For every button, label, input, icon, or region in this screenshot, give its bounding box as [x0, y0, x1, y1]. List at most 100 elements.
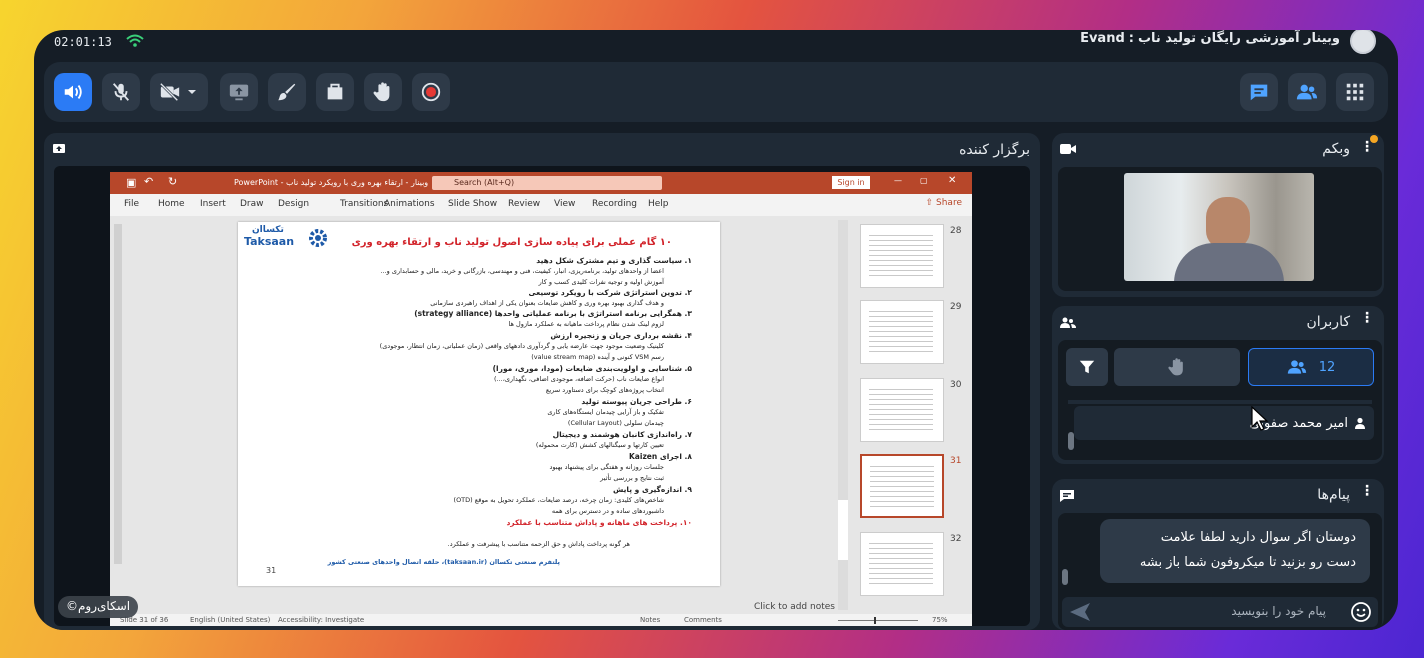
ppt-window-title: وبینار - ارتقاء بهره وری با رویکرد تولید… [234, 178, 429, 187]
menu-recording[interactable]: Recording [592, 199, 637, 209]
toolbar [44, 62, 1388, 122]
avatar[interactable] [1350, 30, 1376, 54]
slide-text-line: شاخص‌های کلیدی: زمان چرخه، درصد ضایعات، … [453, 496, 664, 504]
left-scrollbar[interactable] [114, 224, 122, 564]
share-label: Share [936, 198, 962, 208]
messages-menu-icon[interactable]: ⋮ [1360, 483, 1374, 499]
webcam-container [1058, 167, 1382, 291]
camera-button[interactable] [150, 73, 208, 111]
all-users-tab[interactable]: 12 [1248, 348, 1374, 386]
chat-message: دوستان اگر سوال دارید لطفا علامت دست رو … [1100, 519, 1370, 583]
screen-share-icon [229, 84, 249, 101]
apps-button[interactable] [1336, 73, 1374, 111]
menu-review[interactable]: Review [508, 199, 540, 209]
raise-hand-button[interactable] [364, 73, 402, 111]
slide-title: ۱۰ گام عملی برای پیاده سازی اصول تولید ن… [351, 237, 672, 248]
slide-text-line: ۹. اندازه‌گیری و پایش [613, 485, 692, 494]
mic-off-icon [112, 83, 130, 101]
thumbnail-content [870, 466, 934, 510]
users-menu-icon[interactable]: ⋮ [1360, 310, 1374, 326]
slide-thumbnail[interactable] [860, 454, 944, 518]
user-name: Evand [1080, 31, 1125, 46]
users-button[interactable] [1288, 73, 1326, 111]
menu-view[interactable]: View [554, 199, 575, 209]
slide-thumbnail[interactable] [860, 224, 944, 288]
message-input[interactable]: پیام خود را بنویسید [1062, 597, 1378, 627]
menu-draw[interactable]: Draw [240, 199, 264, 209]
menu-animations[interactable]: Animations [384, 199, 435, 209]
messages-scrollbar[interactable] [1062, 569, 1068, 585]
fullscreen-icon[interactable] [52, 142, 66, 156]
undo-icon[interactable]: ↶ [144, 175, 153, 188]
users-icon [1287, 360, 1306, 374]
menu-help[interactable]: Help [648, 199, 669, 209]
menu-insert[interactable]: Insert [200, 199, 226, 209]
menu-home[interactable]: Home [158, 199, 185, 209]
raised-hands-tab[interactable] [1114, 348, 1240, 386]
taksaan-logo: تکساان Taksaan [242, 225, 330, 249]
chevron-down-icon[interactable] [187, 87, 197, 97]
slide-text-line: و هدف گذاری بهبود بهره وری و کاهش ضایعات… [430, 299, 664, 307]
emoji-icon[interactable] [1350, 601, 1372, 623]
slide-thumbnail[interactable] [860, 300, 944, 364]
record-icon [421, 82, 441, 102]
person-body [1174, 243, 1284, 281]
save-icon[interactable]: ▣ [126, 176, 136, 189]
video-icon [1060, 144, 1076, 154]
comments-button[interactable]: Comments [684, 616, 722, 624]
slide-thumbnail[interactable] [860, 532, 944, 596]
list-item[interactable]: امیر محمد صفوتی [1074, 406, 1374, 440]
users-scrollbar[interactable] [1068, 432, 1074, 450]
brush-icon [277, 83, 296, 101]
share-button[interactable]: ⇧ Share [926, 198, 962, 208]
menu-transitions[interactable]: Transitions [340, 199, 388, 209]
speaker-button[interactable] [54, 73, 92, 111]
slide-number: 31 [266, 566, 277, 575]
status-accessibility[interactable]: Accessibility: Investigate [278, 616, 364, 624]
camera-off-icon [159, 82, 180, 102]
presenter-title: برگزار کننده [959, 142, 1030, 158]
whiteboard-button[interactable] [268, 73, 306, 111]
folder-icon [327, 83, 343, 100]
message-line-2: دست رو بزنید تا میکروفون شما باز بشه [1139, 555, 1356, 570]
ppt-search-box[interactable]: Search (Alt+Q) [432, 176, 662, 190]
microphone-button[interactable] [102, 73, 140, 111]
slide-text-line: ۱۰. پرداخت های ماهانه و پاداش متناسب با … [506, 518, 692, 527]
webcam-panel: وبکم ⋮ [1052, 133, 1384, 297]
send-icon[interactable] [1070, 603, 1090, 621]
slide-text-line: ۸. اجرای Kaizen [629, 452, 692, 461]
filter-button[interactable] [1066, 348, 1108, 386]
menu-file[interactable]: File [124, 199, 139, 209]
user-count: 12 [1318, 359, 1336, 375]
messages-panel: پیام‌ها ⋮ دوستان اگر سوال دارید لطفا علا… [1052, 479, 1384, 630]
user-icon [1355, 417, 1365, 429]
messages-container: دوستان اگر سوال دارید لطفا علامت دست رو … [1058, 513, 1382, 630]
screen-share-button[interactable] [220, 73, 258, 111]
chat-button[interactable] [1240, 73, 1278, 111]
slide-text-line: ۴. نقشه برداری جریان و زنجیره ارزش [550, 331, 692, 340]
thumbnail-content [869, 543, 933, 587]
slide-text-line: پلتفرم صنعتی تکساان (taksaan.ir)، حلقه ا… [327, 558, 560, 566]
menu-design[interactable]: Design [278, 199, 309, 209]
slide-thumbnail[interactable] [860, 378, 944, 442]
notes-button[interactable]: Notes [640, 616, 660, 624]
thumbnail-number: 29 [950, 302, 962, 312]
minimize-icon[interactable]: — [894, 176, 902, 185]
zoom-slider[interactable] [838, 617, 918, 624]
sign-in-button[interactable]: Sign in [832, 176, 870, 189]
thumbnail-number: 31 [950, 456, 962, 466]
files-button[interactable] [316, 73, 354, 111]
webcam-title: وبکم [1322, 141, 1350, 157]
menu-slide-show[interactable]: Slide Show [448, 199, 497, 209]
slide-text-line: آموزش اولیه و توجیه نفرات کلیدی کسب و کا… [538, 278, 664, 286]
record-button[interactable] [412, 73, 450, 111]
close-icon[interactable]: ✕ [948, 175, 956, 186]
presentation-area: ▣ ↶ ↻ وبینار - ارتقاء بهره وری با رویکرد… [54, 166, 1030, 626]
slide-text-line: ۲. تدوین استراتژی شرکت با رویکرد توسیعی [528, 288, 693, 297]
restore-icon[interactable]: ▢ [920, 176, 928, 185]
notes-placeholder[interactable]: Click to add notes [754, 602, 835, 612]
users-title: کاربران [1306, 314, 1350, 330]
thumbnail-number: 32 [950, 534, 962, 544]
thumbs-scrollbar[interactable] [838, 220, 848, 610]
redo-icon[interactable]: ↻ [168, 175, 177, 188]
